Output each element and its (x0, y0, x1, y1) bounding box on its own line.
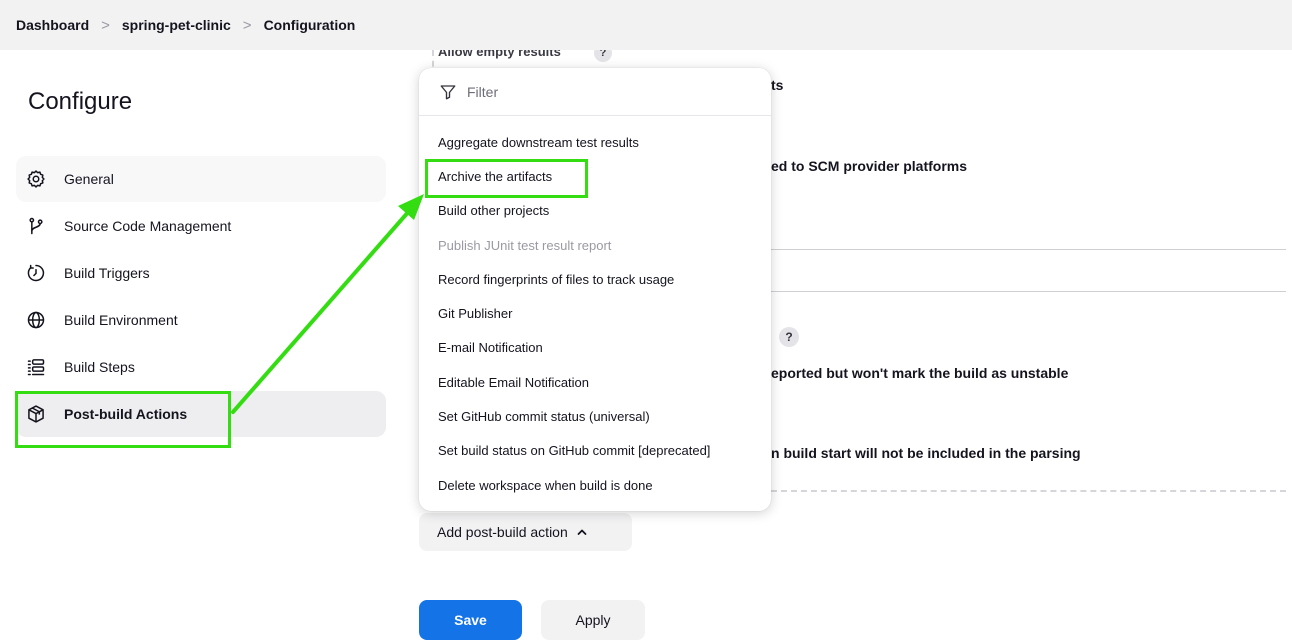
filter-row (419, 68, 771, 116)
sidebar-item-general[interactable]: General (16, 156, 386, 202)
add-post-build-action-label: Add post-build action (437, 524, 568, 540)
chevron-up-icon (576, 526, 588, 538)
sidebar-item-build-steps[interactable]: Build Steps (16, 344, 386, 390)
breadcrumb: Dashboard > spring-pet-clinic > Configur… (0, 0, 1292, 50)
menu-item-archive-artifacts[interactable]: Archive the artifacts (419, 159, 771, 193)
sidebar-item-label: Build Environment (64, 312, 178, 328)
page-title: Configure (28, 88, 133, 115)
save-button[interactable]: Save (419, 600, 522, 640)
sidebar-item-label: Build Steps (64, 359, 135, 375)
sidebar-item-post-build-actions[interactable]: Post-build Actions (16, 391, 386, 437)
globe-icon (26, 310, 46, 330)
sidebar-item-label: Post-build Actions (64, 406, 188, 422)
background-text: ts (771, 77, 784, 93)
menu-item-editable-email[interactable]: Editable Email Notification (419, 365, 771, 399)
menu-list: Aggregate downstream test results Archiv… (419, 125, 771, 502)
sidebar: General Source Code Management Build Tri… (16, 156, 386, 438)
breadcrumb-separator: > (242, 16, 252, 34)
add-post-build-action-button[interactable]: Add post-build action (419, 513, 632, 551)
list-icon (26, 357, 46, 377)
divider (771, 291, 1286, 292)
menu-item-build-other-projects[interactable]: Build other projects (419, 194, 771, 228)
help-icon[interactable]: ? (779, 327, 799, 347)
apply-button[interactable]: Apply (541, 600, 645, 640)
background-text: n build start will not be included in th… (771, 445, 1081, 461)
timer-icon (26, 263, 46, 283)
source-branch-icon (26, 216, 46, 236)
breadcrumb-project[interactable]: spring-pet-clinic (122, 17, 231, 33)
background-text: ed to SCM provider platforms (771, 158, 968, 174)
background-text: eported but won't mark the build as unst… (771, 365, 1069, 381)
sidebar-item-label: Source Code Management (64, 218, 232, 234)
filter-icon (439, 83, 457, 101)
sidebar-item-build-environment[interactable]: Build Environment (16, 297, 386, 343)
post-build-action-dropdown: Aggregate downstream test results Archiv… (419, 68, 771, 511)
sidebar-item-source-code-management[interactable]: Source Code Management (16, 203, 386, 249)
breadcrumb-dashboard[interactable]: Dashboard (16, 17, 89, 33)
package-icon (26, 404, 46, 424)
sidebar-item-build-triggers[interactable]: Build Triggers (16, 250, 386, 296)
filter-input[interactable] (467, 83, 747, 100)
breadcrumb-separator: > (101, 16, 110, 34)
menu-item-github-build-status[interactable]: Set build status on GitHub commit [depre… (419, 434, 771, 468)
menu-item-delete-workspace[interactable]: Delete workspace when build is done (419, 468, 771, 502)
sidebar-item-label: General (64, 171, 114, 187)
sidebar-item-label: Build Triggers (64, 265, 150, 281)
gear-icon (26, 169, 46, 189)
menu-item-github-commit-status[interactable]: Set GitHub commit status (universal) (419, 399, 771, 433)
menu-item-git-publisher[interactable]: Git Publisher (419, 296, 771, 330)
menu-item-email-notification[interactable]: E-mail Notification (419, 331, 771, 365)
divider (771, 249, 1286, 250)
menu-item-record-fingerprints[interactable]: Record fingerprints of files to track us… (419, 262, 771, 296)
breadcrumb-configuration[interactable]: Configuration (264, 17, 356, 33)
section-border (771, 490, 1286, 492)
menu-item-aggregate-downstream[interactable]: Aggregate downstream test results (419, 125, 771, 159)
menu-item-publish-junit: Publish JUnit test result report (438, 237, 612, 253)
